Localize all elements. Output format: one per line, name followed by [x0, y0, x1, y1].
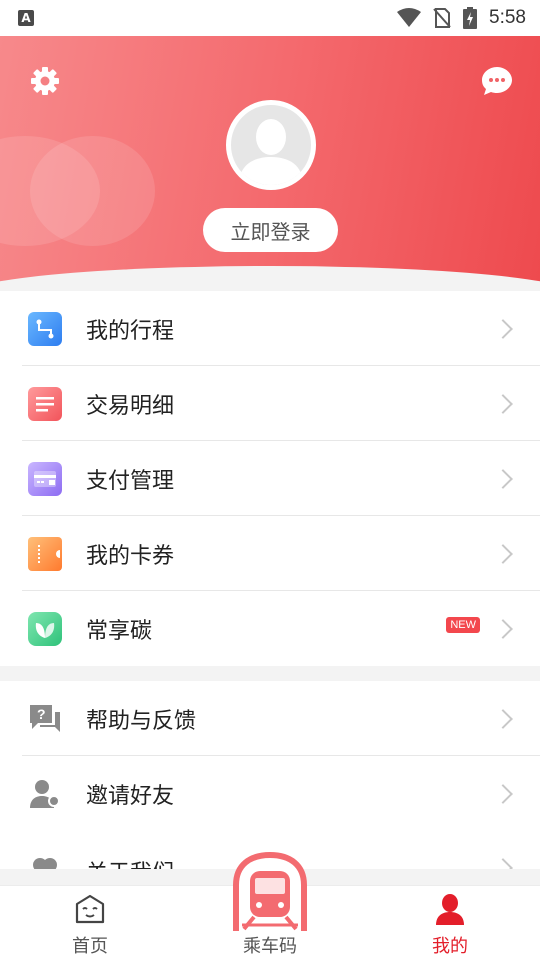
- header-cloud: [30, 136, 155, 246]
- metro-train-icon[interactable]: [232, 851, 308, 935]
- avatar[interactable]: [226, 100, 316, 190]
- menu-item-label: 我的卡券: [86, 543, 175, 569]
- invite-friend-icon: [28, 777, 62, 811]
- gear-icon: [31, 67, 59, 95]
- tab-label: 乘车码: [243, 936, 297, 957]
- menu-item-label: 支付管理: [86, 468, 175, 494]
- chevron-right-icon: [493, 708, 513, 729]
- tab-home[interactable]: 首页: [30, 886, 150, 960]
- user-icon: [436, 894, 464, 925]
- route-icon: [28, 311, 62, 346]
- chevron-right-icon: [493, 618, 513, 639]
- chevron-right-icon: [493, 468, 513, 489]
- coupon-icon: [28, 536, 62, 571]
- battery-charging-icon: [463, 7, 478, 29]
- login-button[interactable]: 立即登录: [203, 208, 338, 252]
- profile-header: 立即登录: [0, 36, 540, 291]
- message-button[interactable]: [480, 64, 514, 98]
- menu-item-help-feedback[interactable]: ? 帮助与反馈: [0, 681, 540, 756]
- menu-item-label: 交易明细: [86, 393, 175, 419]
- chevron-right-icon: [493, 783, 513, 804]
- menu-item-label: 常享碳: [86, 618, 153, 644]
- tab-label: 首页: [72, 936, 108, 957]
- home-face-icon: [75, 894, 105, 924]
- svg-text:?: ?: [37, 706, 46, 722]
- leaf-icon: [28, 611, 62, 646]
- clock: 5:58: [489, 7, 526, 28]
- header-curve: [0, 266, 540, 291]
- chevron-right-icon: [493, 543, 513, 564]
- wifi-icon: [397, 8, 422, 27]
- help-feedback-icon: ?: [28, 702, 62, 736]
- menu-item-my-coupons[interactable]: 我的卡券: [0, 516, 540, 591]
- list-icon: [28, 386, 62, 421]
- menu-item-payment-management[interactable]: 支付管理: [0, 441, 540, 516]
- new-badge: NEW: [446, 616, 480, 633]
- menu-item-label: 邀请好友: [86, 783, 175, 809]
- status-bar: A 5:58: [0, 0, 540, 36]
- menu-item-my-trips[interactable]: 我的行程: [0, 291, 540, 366]
- menu-group-secondary: ? 帮助与反馈 邀请好友: [0, 681, 540, 831]
- settings-button[interactable]: [28, 64, 62, 98]
- no-sim-icon: [433, 8, 451, 28]
- menu-group-main: 我的行程 交易明细 支付管理 我的卡券 常享碳 NEW: [0, 291, 540, 666]
- menu-item-transactions[interactable]: 交易明细: [0, 366, 540, 441]
- chevron-right-icon: [493, 393, 513, 414]
- user-silhouette-icon: [239, 119, 303, 185]
- chevron-right-icon: [493, 318, 513, 339]
- menu-item-invite-friends[interactable]: 邀请好友: [0, 756, 540, 831]
- notification-a-icon: A: [18, 10, 34, 26]
- tab-label: 我的: [432, 936, 468, 957]
- menu-item-label: 帮助与反馈: [86, 708, 197, 734]
- tab-mine[interactable]: 我的: [390, 886, 510, 960]
- card-icon: [28, 461, 62, 496]
- menu-item-carbon[interactable]: 常享碳 NEW: [0, 591, 540, 666]
- chevron-right-icon: [493, 858, 513, 869]
- chat-bubble-icon: [482, 67, 512, 95]
- about-icon: [28, 853, 62, 869]
- menu-item-label: 我的行程: [86, 318, 175, 344]
